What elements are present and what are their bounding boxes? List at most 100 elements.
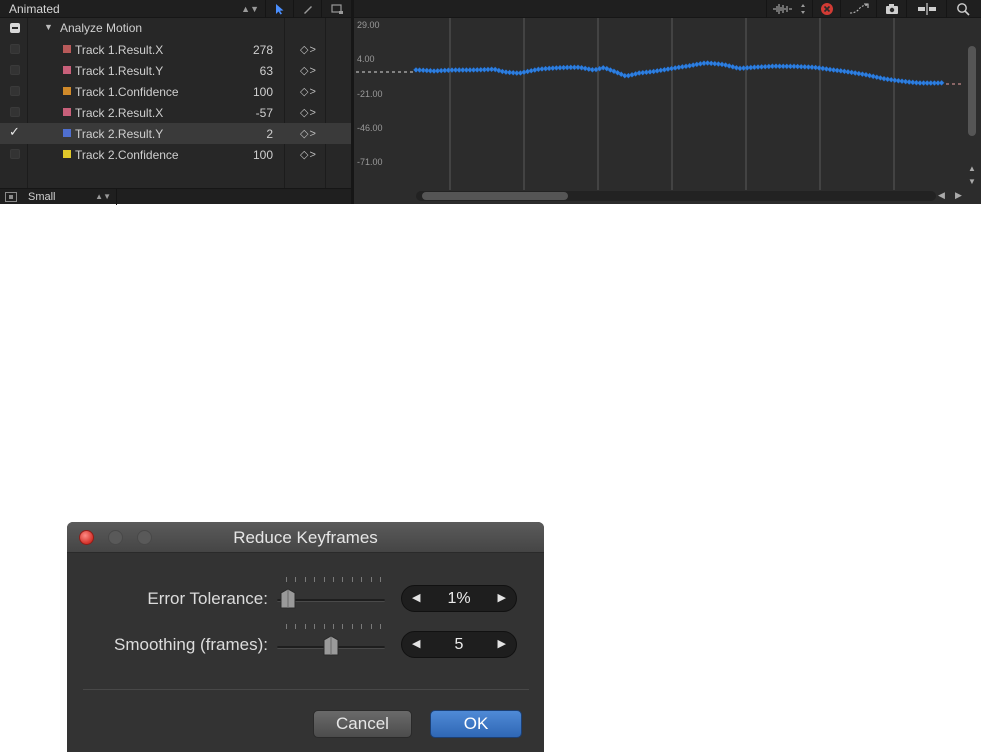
error-tolerance-slider-thumb[interactable] bbox=[279, 588, 297, 610]
slider-tick bbox=[380, 624, 381, 629]
error-tolerance-stepper[interactable]: ◀ 1% ▶ bbox=[401, 585, 517, 612]
reduce-keyframes-dialog: Reduce Keyframes Error Tolerance: ◀ 1% ▶… bbox=[67, 522, 544, 752]
parameter-value[interactable]: 63 bbox=[260, 64, 273, 78]
group-toggle-icon[interactable] bbox=[10, 23, 20, 33]
decrement-arrow-icon[interactable]: ◀ bbox=[412, 591, 420, 604]
parameter-name: Track 1.Confidence bbox=[75, 85, 179, 99]
smoothing-slider-thumb[interactable] bbox=[322, 635, 340, 657]
y-axis-label: -46.00 bbox=[357, 123, 383, 133]
parameter-checkbox[interactable] bbox=[10, 44, 20, 54]
graph-gridlines bbox=[449, 18, 895, 190]
parameter-checkbox[interactable] bbox=[10, 86, 20, 96]
parameter-value[interactable]: 100 bbox=[253, 148, 273, 162]
parameter-value[interactable]: 278 bbox=[253, 43, 273, 57]
parameter-row[interactable]: Track 1.Confidence 100 ◇> bbox=[0, 81, 351, 102]
delete-curve-button[interactable] bbox=[812, 0, 840, 18]
scroll-up-arrow-icon[interactable]: ▲ bbox=[968, 164, 976, 173]
slider-tick bbox=[333, 577, 334, 582]
error-tolerance-label: Error Tolerance: bbox=[147, 589, 268, 608]
parameter-checkbox[interactable] bbox=[10, 107, 20, 117]
keyframe-nav-icon[interactable]: ◇> bbox=[300, 127, 317, 140]
parameter-value[interactable]: 100 bbox=[253, 85, 273, 99]
curve-graph-canvas[interactable]: 29.00 4.00 -21.00 -46.00 -71.00 bbox=[354, 18, 981, 190]
parameter-name: Track 2.Result.Y bbox=[75, 127, 164, 141]
parameter-row[interactable]: Track 1.Result.X 278 ◇> bbox=[0, 39, 351, 60]
box-select-icon bbox=[331, 4, 343, 14]
camera-icon bbox=[886, 4, 898, 14]
scroll-down-arrow-icon[interactable]: ▼ bbox=[968, 177, 976, 186]
smoothing-value[interactable]: 5 bbox=[426, 636, 492, 654]
keyframe-nav-icon[interactable]: ◇> bbox=[300, 106, 317, 119]
magnifier-icon bbox=[957, 3, 970, 16]
error-tolerance-ticks bbox=[286, 577, 381, 583]
keyframe-nav-icon[interactable]: ◇> bbox=[300, 85, 317, 98]
popup-arrows-icon: ▲▼ bbox=[95, 192, 111, 201]
parameter-value[interactable]: 2 bbox=[266, 127, 273, 141]
y-axis-label: 29.00 bbox=[357, 20, 380, 30]
slider-tick bbox=[295, 624, 297, 629]
curve-color-swatch bbox=[63, 66, 71, 74]
parameter-row[interactable]: Track 2.Confidence 100 ◇> bbox=[0, 144, 351, 165]
snapshot-button[interactable] bbox=[876, 0, 906, 18]
fit-curve-button[interactable] bbox=[840, 0, 876, 18]
keyframe-nav-icon[interactable]: ◇> bbox=[300, 43, 317, 56]
parameter-row-selected[interactable]: ✓ Track 2.Result.Y 2 ◇> bbox=[0, 123, 351, 144]
slider-tick bbox=[380, 577, 381, 582]
parameter-pane: Animated ▲▼ ▼ Analyze Motion Track 1.Res… bbox=[0, 0, 351, 205]
ok-button[interactable]: OK bbox=[430, 710, 522, 738]
snap-icon bbox=[918, 3, 936, 15]
decrement-arrow-icon[interactable]: ◀ bbox=[412, 637, 420, 650]
cancel-button[interactable]: Cancel bbox=[313, 710, 412, 738]
box-tool-button[interactable] bbox=[321, 0, 351, 18]
slider-tick bbox=[314, 577, 316, 582]
zoom-button[interactable] bbox=[946, 0, 981, 18]
thumbnail-size-icon bbox=[5, 192, 17, 202]
curve-color-swatch bbox=[63, 129, 71, 137]
parameter-checkbox-checked[interactable]: ✓ bbox=[9, 124, 20, 139]
parameter-checkbox[interactable] bbox=[10, 65, 20, 75]
keyframe-nav-icon[interactable]: ◇> bbox=[300, 64, 317, 77]
increment-arrow-icon[interactable]: ▶ bbox=[498, 637, 506, 650]
popup-arrows-icon: ▲▼ bbox=[241, 4, 259, 14]
row-size-popup[interactable]: Small ▲▼ bbox=[20, 189, 117, 205]
snap-toggle-button[interactable] bbox=[906, 0, 946, 18]
keyframe-nav-icon[interactable]: ◇> bbox=[300, 148, 317, 161]
parameter-group-analyze-motion[interactable]: ▼ Analyze Motion bbox=[0, 18, 351, 39]
parameter-value[interactable]: -57 bbox=[256, 106, 273, 120]
parameter-name: Track 2.Result.X bbox=[75, 106, 164, 120]
keyframe-point[interactable] bbox=[938, 79, 945, 86]
smoothing-label: Smoothing (frames): bbox=[114, 635, 268, 654]
increment-arrow-icon[interactable]: ▶ bbox=[498, 591, 506, 604]
row-size-label: Small bbox=[28, 191, 56, 203]
waveform-icon bbox=[773, 4, 805, 14]
parameter-checkbox[interactable] bbox=[10, 149, 20, 159]
slider-tick bbox=[370, 624, 372, 629]
parameter-row[interactable]: Track 2.Result.X -57 ◇> bbox=[0, 102, 351, 123]
pen-icon bbox=[304, 6, 312, 14]
slider-tick bbox=[351, 624, 353, 629]
scroll-left-arrow-icon[interactable]: ◀ bbox=[938, 190, 945, 201]
parameter-row[interactable]: Track 1.Result.Y 63 ◇> bbox=[0, 60, 351, 81]
scroll-right-arrow-icon[interactable]: ▶ bbox=[955, 190, 962, 201]
dialog-separator bbox=[83, 689, 529, 690]
select-tool-button[interactable] bbox=[265, 0, 293, 18]
y-axis-label: 4.00 bbox=[357, 54, 375, 64]
error-tolerance-value[interactable]: 1% bbox=[426, 590, 492, 608]
curve-filter-label: Animated bbox=[9, 2, 60, 16]
horizontal-scroll-thumb[interactable] bbox=[422, 192, 568, 200]
audio-waveform-button[interactable] bbox=[766, 0, 812, 18]
smoothing-ticks bbox=[286, 624, 381, 630]
disclosure-triangle-icon[interactable]: ▼ bbox=[44, 22, 53, 32]
slider-tick bbox=[361, 577, 363, 582]
slider-tick bbox=[304, 624, 306, 629]
curve-filter-popup[interactable]: Animated ▲▼ bbox=[0, 0, 265, 18]
slider-tick bbox=[342, 624, 344, 629]
vertical-scroll-thumb[interactable] bbox=[968, 46, 976, 136]
parameter-name: Track 1.Result.Y bbox=[75, 64, 164, 78]
dialog-titlebar[interactable]: Reduce Keyframes bbox=[67, 522, 544, 553]
curve-keyframes[interactable] bbox=[413, 60, 945, 86]
slider-tick bbox=[370, 577, 372, 582]
pen-tool-button[interactable] bbox=[293, 0, 321, 18]
slider-tick bbox=[304, 577, 306, 582]
smoothing-stepper[interactable]: ◀ 5 ▶ bbox=[401, 631, 517, 658]
